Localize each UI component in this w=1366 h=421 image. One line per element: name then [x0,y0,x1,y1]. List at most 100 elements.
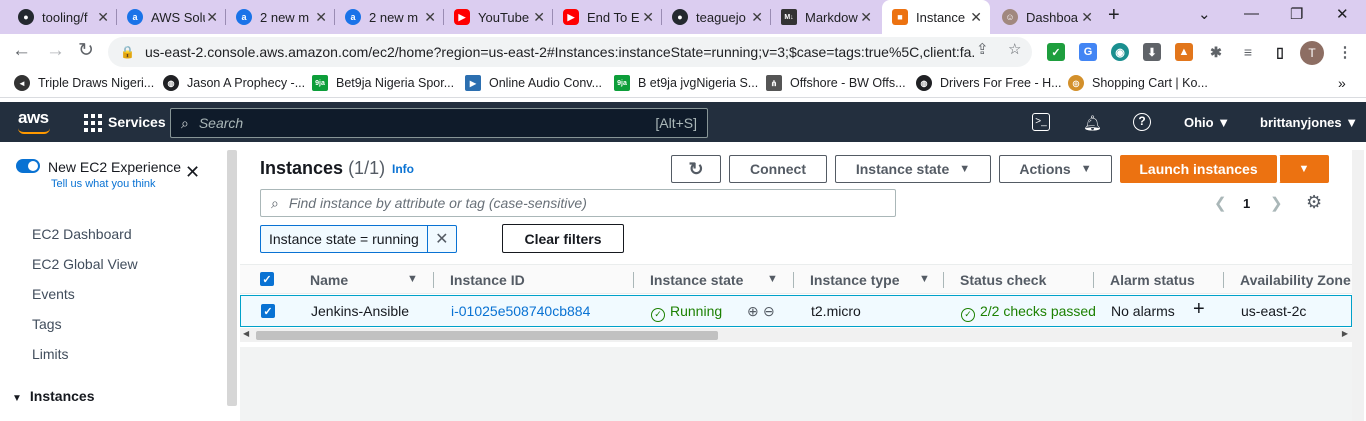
table-row[interactable]: ✓ Jenkins-Ansible i-01025e508740cb884 ✓ R… [240,295,1352,327]
page-scrollbar[interactable] [1352,150,1364,421]
scroll-right-icon[interactable]: ▶ [1342,329,1348,338]
add-alarm-icon[interactable]: + [1193,298,1205,321]
sidebar-section-instances[interactable]: ▼ Instances [12,388,95,404]
feedback-link[interactable]: Tell us what you think [51,178,156,190]
notifications-bell-icon[interactable]: 🔔︎ [1083,114,1102,132]
close-tab-icon[interactable]: ✕ [424,9,436,26]
scrollbar-thumb[interactable] [256,331,718,340]
prev-page-icon[interactable]: ❮ [1214,194,1227,212]
sidebar-item-ec2-global-view[interactable]: EC2 Global View [32,256,138,272]
instance-filter[interactable]: ⌕ [260,189,896,217]
more-bookmarks-icon[interactable]: » [1338,75,1346,91]
gear-icon[interactable]: ⚙ [1306,192,1322,213]
browser-tab-active[interactable]: ■ Instance ✕ [882,0,990,34]
browser-tab[interactable]: a2 new m ✕ [226,0,335,34]
column-status-check[interactable]: Status check [960,272,1046,288]
close-tab-icon[interactable]: ✕ [206,9,218,26]
filter-input[interactable] [288,195,869,211]
instance-state-button[interactable]: Instance state ▼ [835,155,991,183]
close-tab-icon[interactable]: ✕ [751,9,763,26]
refresh-button[interactable]: ↻ [671,155,721,183]
filter-caret-icon[interactable]: ▼ [767,273,778,285]
browser-tab[interactable]: ☺ Dashboa ✕ [992,0,1101,34]
browser-tab[interactable]: a2 new m ✕ [335,0,444,34]
info-link[interactable]: Info [392,162,414,176]
bookmark-item[interactable]: ◄ Triple Draws Nigeri... [14,75,154,91]
close-tab-icon[interactable]: ✕ [97,9,109,26]
sidebar-item-ec2-dashboard[interactable]: EC2 Dashboard [32,226,132,242]
actions-button[interactable]: Actions ▼ [999,155,1112,183]
reload-icon[interactable]: ↻ [78,41,94,61]
download-extension-icon[interactable]: ⬇ [1143,43,1161,61]
services-grid-icon[interactable] [84,114,102,132]
address-bar[interactable]: 🔒 us-east-2.console.aws.amazon.com/ec2/h… [108,37,1032,67]
column-availability-zone[interactable]: Availability Zone [1240,272,1352,288]
select-all-checkbox[interactable]: ✓ [260,272,274,286]
close-icon[interactable]: ✕ [185,162,200,183]
next-page-icon[interactable]: ❯ [1270,194,1283,212]
aws-logo[interactable]: aws [18,108,49,128]
close-tab-icon[interactable]: ✕ [533,9,545,26]
browser-tab[interactable]: ▶ YouTube ✕ [444,0,553,34]
translate-extension-icon[interactable]: G [1079,43,1097,61]
metamask-icon[interactable]: ▲ [1175,43,1193,61]
column-instance-type[interactable]: Instance type [810,272,899,288]
close-tab-icon[interactable]: ✕ [315,9,327,26]
column-instance-state[interactable]: Instance state [650,272,743,288]
filter-caret-icon[interactable]: ▼ [919,273,930,285]
bookmark-item[interactable]: 9ja B et9ja jvgNigeria S... [614,75,758,91]
cloudshell-icon[interactable]: >_ [1032,113,1050,131]
browser-menu-icon[interactable]: ⋮ [1336,43,1354,61]
share-icon[interactable]: ⇪ [976,40,989,58]
forward-icon[interactable]: → [46,41,65,61]
filter-caret-icon[interactable]: ▼ [407,273,418,285]
extension-icon[interactable]: ◉ [1111,43,1129,61]
aws-search-box[interactable]: ⌕ [Alt+S] [170,108,708,138]
column-alarm-status[interactable]: Alarm status [1110,272,1195,288]
zoom-out-icon[interactable]: ⊖ [763,303,775,320]
bookmark-item[interactable]: ◍ Jason A Prophecy -... [163,75,305,91]
bookmark-item[interactable]: ▶ Online Audio Conv... [465,75,602,91]
close-tab-icon[interactable]: ✕ [860,9,872,26]
bookmark-item[interactable]: ◎ Shopping Cart | Ko... [1068,75,1208,91]
side-panel-icon[interactable]: ▯ [1271,43,1289,61]
sidebar-item-limits[interactable]: Limits [32,346,69,362]
media-control-icon[interactable]: ≡ [1239,43,1257,61]
row-checkbox[interactable]: ✓ [261,304,275,318]
clear-filters-button[interactable]: Clear filters [502,224,624,253]
browser-tab[interactable]: ● teaguejo ✕ [662,0,771,34]
browser-tab[interactable]: M↓ Markdow ✕ [771,0,880,34]
region-selector[interactable]: Ohio ▼ [1184,115,1230,130]
puzzle-extensions-icon[interactable]: ✱ [1207,43,1225,61]
bookmark-item[interactable]: ⋔ Offshore - BW Offs... [766,75,906,91]
close-tab-icon[interactable]: ✕ [1081,9,1093,26]
scroll-left-icon[interactable]: ◀ [243,329,249,338]
close-window-icon[interactable]: ✕ [1336,5,1349,23]
new-tab-icon[interactable]: + [1108,4,1120,27]
table-horizontal-scrollbar[interactable]: ◀ ▶ [240,328,1352,342]
profile-avatar[interactable]: T [1300,41,1324,65]
zoom-in-icon[interactable]: ⊕ [747,303,759,320]
launch-dropdown-button[interactable]: ▼ [1279,155,1329,183]
browser-tab[interactable]: ▶ End To E ✕ [553,0,662,34]
back-icon[interactable]: ← [12,41,31,61]
column-name[interactable]: Name [310,272,348,288]
bookmark-item[interactable]: 9ja Bet9ja Nigeria Spor... [312,75,454,91]
minimize-icon[interactable]: — [1244,5,1259,22]
column-instance-id[interactable]: Instance ID [450,272,525,288]
services-menu[interactable]: Services [108,114,166,130]
connect-button[interactable]: Connect [729,155,827,183]
bookmark-star-icon[interactable]: ☆ [1008,40,1021,58]
tab-search-icon[interactable]: ⌄ [1198,5,1211,23]
account-menu[interactable]: brittanyjones ▼ [1260,115,1358,130]
remove-filter-icon[interactable]: ✕ [428,229,456,249]
close-tab-icon[interactable]: ✕ [642,9,654,26]
sidebar-scrollbar[interactable] [227,150,237,406]
aws-search-input[interactable] [198,115,639,131]
sidebar-item-events[interactable]: Events [32,286,75,302]
browser-tab[interactable]: ● tooling/f ✕ [8,0,117,34]
new-experience-toggle[interactable] [16,159,40,173]
checkmark-extension-icon[interactable]: ✓ [1047,43,1065,61]
restore-icon[interactable]: ❐ [1290,5,1303,23]
launch-instances-button[interactable]: Launch instances [1120,155,1277,183]
